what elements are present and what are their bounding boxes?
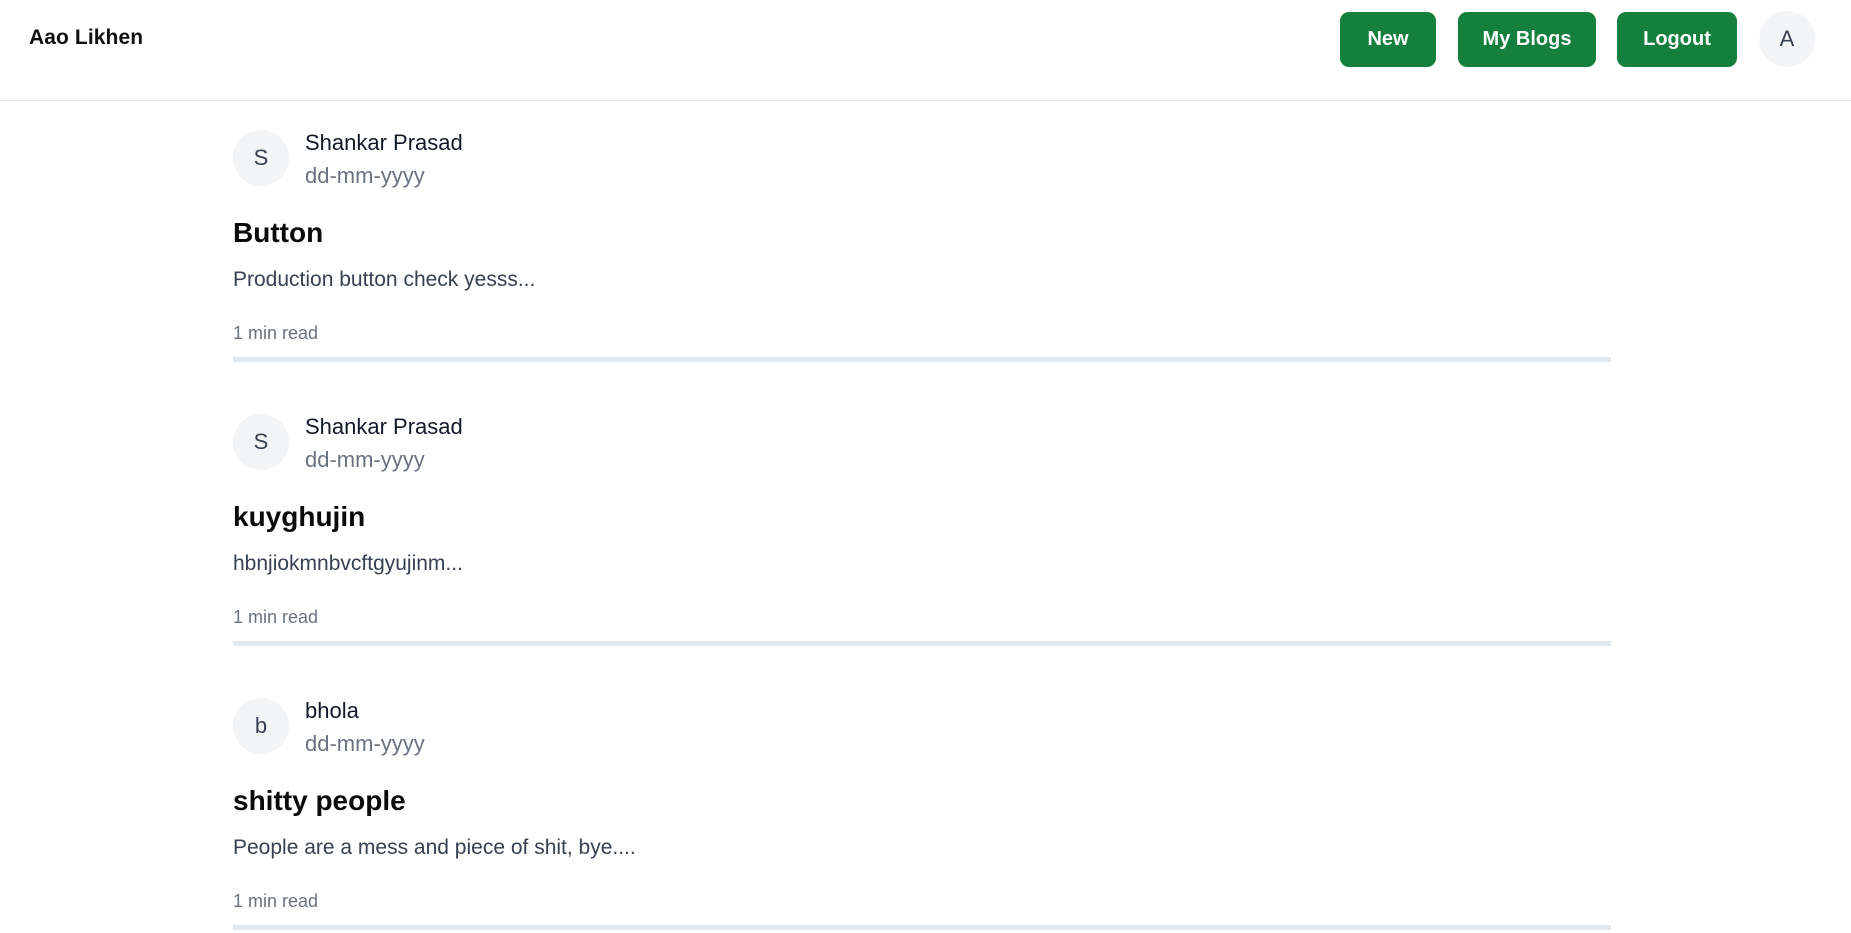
blog-card[interactable]: S Shankar Prasad dd-mm-yyyy Button Produ…: [233, 130, 1611, 365]
author-avatar: S: [233, 130, 289, 186]
post-date: dd-mm-yyyy: [305, 163, 425, 188]
blog-card[interactable]: b bhola dd-mm-yyyy shitty people People …: [233, 698, 1611, 933]
author-name: Shankar Prasad: [305, 130, 463, 155]
post-excerpt: People are a mess and piece of shit, bye…: [233, 836, 636, 859]
post-excerpt: hbnjiokmnbvcftgyujinm...: [233, 552, 463, 575]
brand-logo[interactable]: Aao Likhen: [29, 26, 143, 50]
logout-button[interactable]: Logout: [1617, 12, 1737, 67]
post-title: kuyghujin: [233, 501, 366, 532]
card-divider: [233, 357, 1611, 362]
author-name: Shankar Prasad: [305, 414, 463, 439]
read-time: 1 min read: [233, 323, 319, 343]
author-avatar: S: [233, 414, 289, 470]
author-avatar: b: [233, 698, 289, 754]
post-date: dd-mm-yyyy: [305, 447, 425, 472]
my-blogs-button[interactable]: My Blogs: [1458, 12, 1596, 67]
card-divider: [233, 641, 1611, 646]
read-time: 1 min read: [233, 607, 319, 627]
new-post-button[interactable]: New: [1340, 12, 1436, 67]
post-title: Button: [233, 217, 324, 248]
top-navbar: Aao Likhen New My Blogs Logout A: [0, 0, 1851, 101]
post-excerpt: Production button check yesss...: [233, 268, 536, 291]
post-title: shitty people: [233, 785, 406, 816]
blog-card[interactable]: S Shankar Prasad dd-mm-yyyy kuyghujin hb…: [233, 414, 1611, 649]
author-name: bhola: [305, 698, 359, 723]
post-date: dd-mm-yyyy: [305, 731, 425, 756]
read-time: 1 min read: [233, 891, 319, 911]
card-divider: [233, 925, 1611, 930]
user-avatar[interactable]: A: [1759, 11, 1815, 67]
